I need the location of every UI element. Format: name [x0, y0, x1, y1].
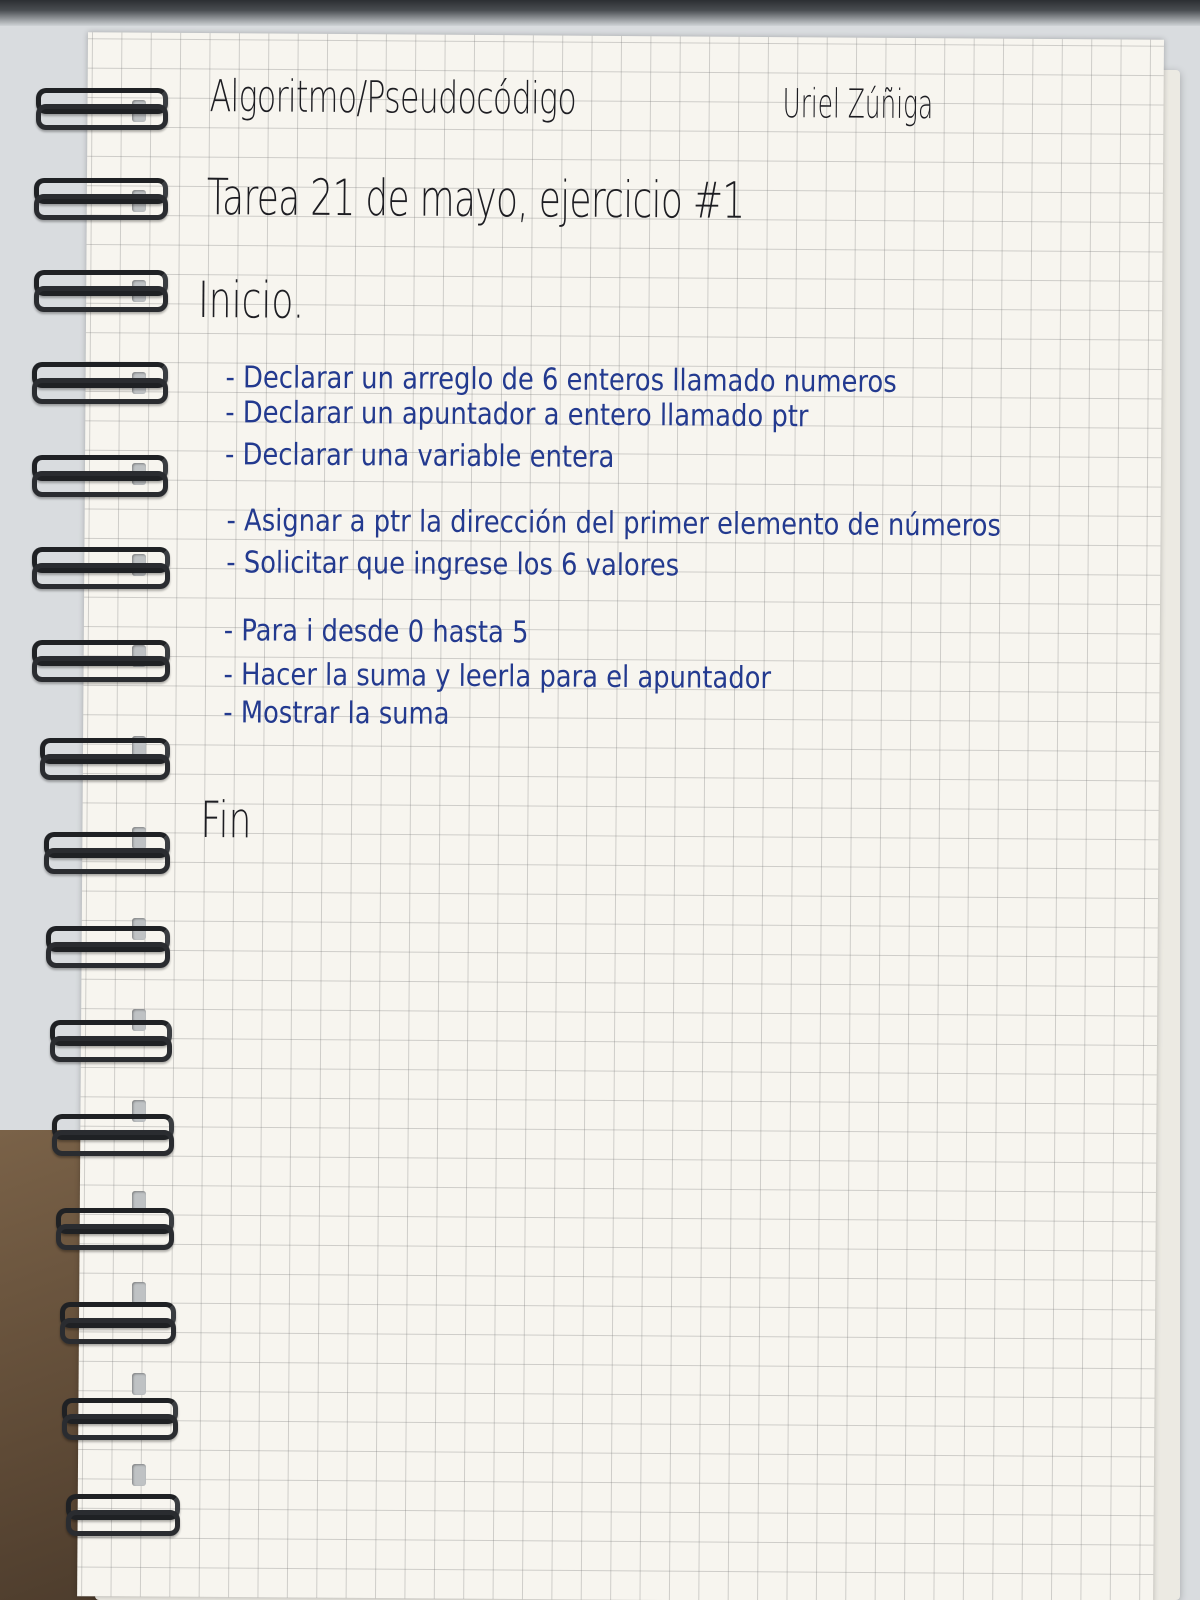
background-edge [0, 0, 1200, 26]
step-8: - Mostrar la suma [223, 695, 450, 732]
page-title: Algoritmo/Pseudocódigo [209, 71, 577, 125]
author-name: Uriel Zúñiga [782, 81, 934, 129]
start-heading: Inicio. [197, 271, 305, 330]
step-7: - Hacer la suma y leerla para el apuntad… [223, 657, 772, 697]
assignment-subtitle: Tarea 21 de mayo, ejercicio #1 [206, 168, 745, 230]
step-4: - Asignar a ptr la dirección del primer … [226, 503, 1002, 544]
end-heading: Fin [200, 791, 252, 850]
step-6: - Para i desde 0 hasta 5 [223, 613, 529, 651]
step-5: - Solicitar que ingrese los 6 valores [226, 545, 680, 584]
notebook-page: Algoritmo/Pseudocódigo Uriel Zúñiga Tare… [77, 32, 1164, 1600]
step-2: - Declarar un apuntador a entero llamado… [225, 395, 809, 435]
step-1: - Declarar un arreglo de 6 enteros llama… [225, 360, 897, 400]
step-3: - Declarar una variable entera [224, 437, 615, 475]
photo-scene: Algoritmo/Pseudocódigo Uriel Zúñiga Tare… [0, 0, 1200, 1600]
